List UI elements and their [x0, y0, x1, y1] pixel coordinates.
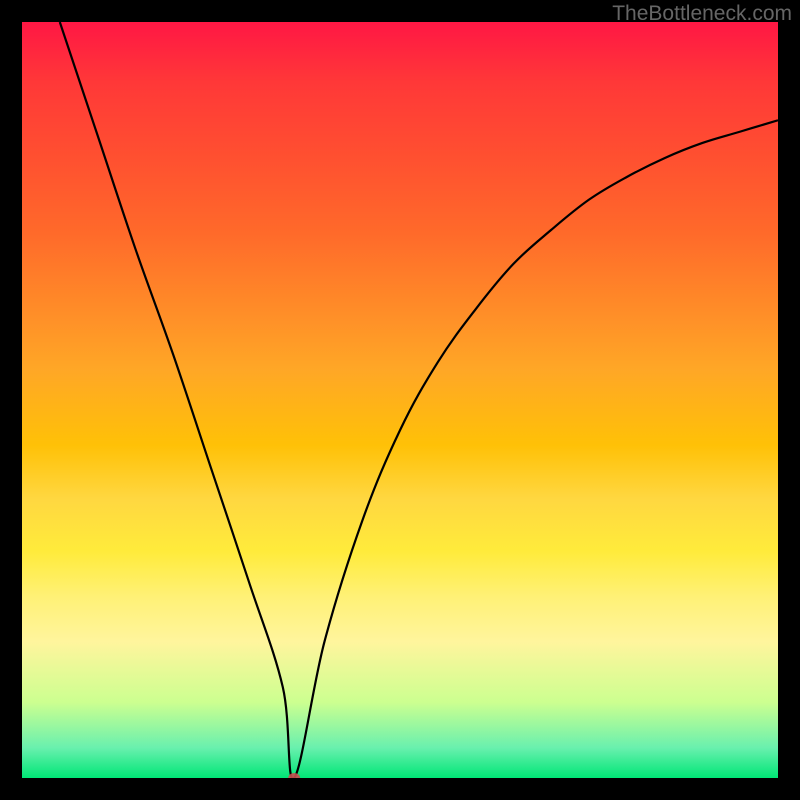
watermark-text: TheBottleneck.com — [612, 2, 792, 26]
plot-area — [22, 22, 778, 778]
chart-frame: TheBottleneck.com — [0, 0, 800, 800]
bottleneck-curve — [22, 22, 778, 778]
